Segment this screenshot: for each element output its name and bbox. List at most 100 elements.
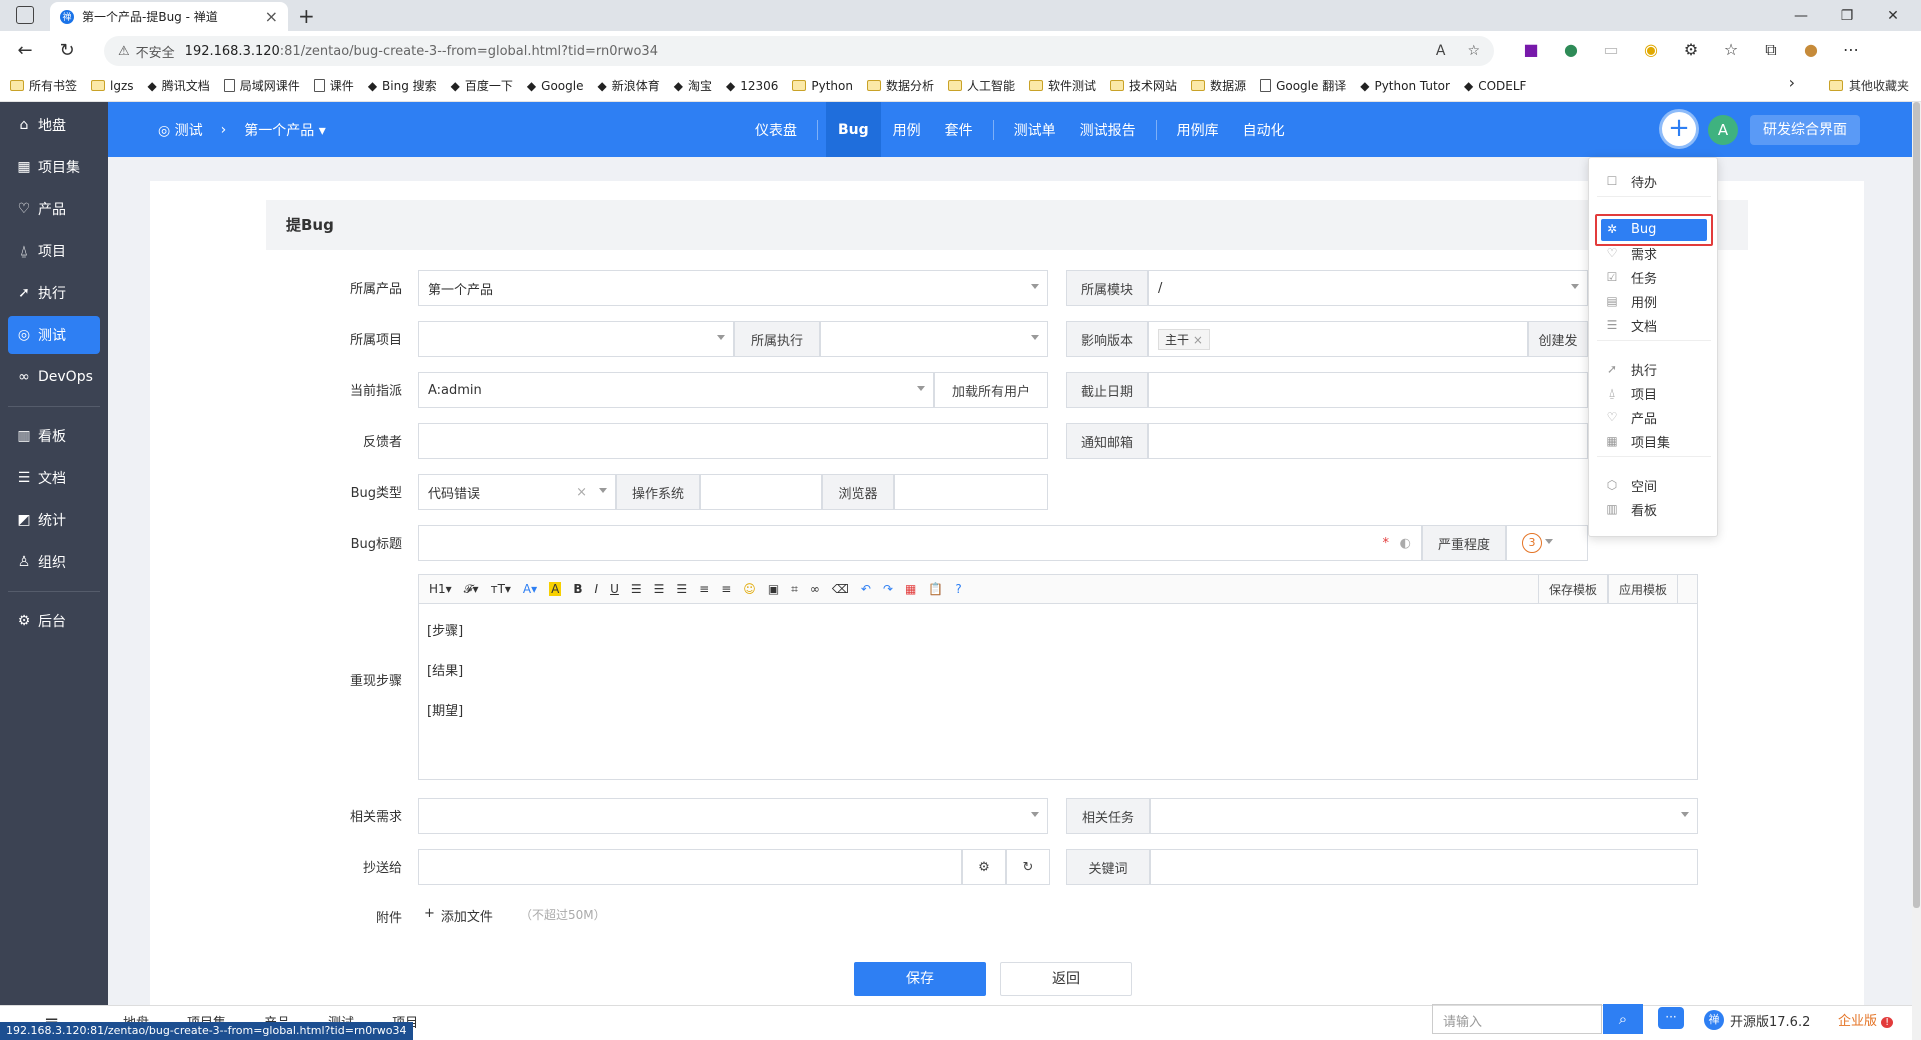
favorites-icon[interactable]: ☆ (1720, 40, 1742, 60)
sidebar-item[interactable]: ♡ 产品 (8, 190, 100, 228)
sidebar-item[interactable]: ◎ 测试 (8, 316, 100, 354)
nav-tab[interactable]: 自动化 (1231, 102, 1297, 157)
nav-tab[interactable]: 仪表盘 (743, 102, 809, 157)
severity-select[interactable]: 3 (1506, 525, 1588, 561)
chat-icon[interactable]: ··· (1658, 1007, 1684, 1029)
bookmark-item[interactable]: 数据源 (1191, 77, 1246, 94)
close-tab-icon[interactable]: × (265, 7, 278, 26)
dropdown-item[interactable]: ⍙ 项目 (1605, 380, 1657, 406)
sidebar-item[interactable]: ⚙ 后台 (8, 602, 100, 640)
create-build-button[interactable]: 创建发 (1528, 321, 1588, 357)
onenote-icon[interactable]: ■ (1520, 40, 1542, 60)
unordered-list-icon[interactable]: ≡ (721, 582, 731, 596)
bookmark-item[interactable]: 人工智能 (948, 77, 1015, 94)
sidebar-item[interactable]: ♙ 组织 (8, 543, 100, 581)
version-info[interactable]: 禅开源版17.6.2 (1704, 1010, 1810, 1030)
sidebar-item[interactable]: ☰ 文档 (8, 459, 100, 497)
close-window-icon[interactable]: ✕ (1870, 0, 1916, 31)
nav-tab[interactable]: 用例 (881, 102, 933, 157)
gear-icon[interactable]: ⚙ (962, 849, 1006, 885)
create-plus-button[interactable]: + (1662, 112, 1696, 146)
extension-green-icon[interactable]: ● (1560, 40, 1582, 60)
table-icon[interactable]: ▦ (905, 582, 916, 596)
search-button[interactable]: ⌕ (1603, 1004, 1643, 1034)
redo-icon[interactable]: ↷ (883, 582, 893, 596)
url-field[interactable]: ⚠ 不安全 192.168.3.120:81/zentao/bug-create… (104, 36, 1494, 66)
remove-tag-icon[interactable]: × (1193, 333, 1203, 347)
bookmark-item[interactable]: ◆ 新浪体育 (597, 77, 659, 94)
apply-template-button[interactable]: 应用模板 (1608, 574, 1678, 604)
underline-icon[interactable]: U (610, 582, 619, 596)
read-aloud-icon[interactable]: A (1436, 43, 1446, 59)
back-icon[interactable]: ← (8, 34, 42, 68)
dropdown-item[interactable]: ➚ 执行 (1605, 356, 1657, 382)
enterprise-link[interactable]: 企业版 ! (1838, 1010, 1894, 1029)
bookmark-item[interactable]: 数据分析 (867, 77, 934, 94)
new-tab-button[interactable]: + (298, 4, 315, 28)
bookmark-item[interactable]: ◆ 百度一下 (451, 77, 513, 94)
sidebar-item[interactable]: ∞ DevOps (8, 358, 100, 396)
tab-actions-icon[interactable] (16, 6, 34, 24)
dropdown-item[interactable]: ☑ 任务 (1605, 264, 1657, 290)
code-icon[interactable]: ⌗ (791, 582, 798, 597)
bookmark-item[interactable]: ◆ 12306 (726, 79, 778, 93)
bookmark-item[interactable]: 课件 (313, 77, 354, 94)
task-select[interactable] (1150, 798, 1698, 834)
sidebar-item[interactable]: ▦ 项目集 (8, 148, 100, 186)
type-select[interactable]: 代码错误 × (418, 474, 616, 510)
clear-icon[interactable]: × (576, 485, 587, 500)
load-users-button[interactable]: 加载所有用户 (934, 372, 1048, 408)
sidebar-item[interactable]: ⌂ 地盘 (8, 106, 100, 144)
nav-tab[interactable]: 用例库 (1165, 102, 1231, 157)
eraser-icon[interactable]: ⌫ (832, 582, 849, 596)
deadline-input[interactable] (1148, 372, 1588, 408)
bookmark-item[interactable]: ◆ Google (527, 79, 584, 93)
align-center-icon[interactable]: ☰ (654, 582, 665, 596)
bug-title-input[interactable]: * ◐ (418, 525, 1422, 561)
save-template-button[interactable]: 保存模板 (1538, 574, 1608, 604)
favorite-star-icon[interactable]: ☆ (1467, 43, 1480, 59)
bookmark-item[interactable]: 软件测试 (1029, 77, 1096, 94)
keywords-input[interactable] (1150, 849, 1698, 885)
help-icon[interactable]: ? (955, 582, 961, 596)
extension-yellow-icon[interactable]: ◉ (1640, 40, 1662, 60)
italic-icon[interactable]: I (595, 582, 599, 596)
font-size-icon[interactable]: ᴛT▾ (491, 582, 511, 596)
module-select[interactable]: / (1148, 270, 1588, 306)
build-select[interactable]: 主干 × (1148, 321, 1528, 357)
assign-select[interactable]: A:admin (418, 372, 934, 408)
bg-color-icon[interactable]: A (549, 582, 562, 596)
save-button[interactable]: 保存 (854, 962, 986, 996)
dropdown-item[interactable]: ☰ 文档 (1605, 312, 1657, 338)
switch-vision-button[interactable]: 研发综合界面 (1750, 115, 1860, 145)
restore-icon[interactable]: ❐ (1824, 0, 1870, 31)
align-left-icon[interactable]: ☰ (631, 582, 642, 596)
bold-icon[interactable]: B (573, 582, 582, 596)
dropdown-item[interactable]: ♡ 需求 (1605, 240, 1657, 266)
add-file-button[interactable]: + 添加文件 (424, 906, 493, 925)
os-select[interactable] (700, 474, 822, 510)
ordered-list-icon[interactable]: ≡ (699, 582, 709, 596)
steps-editor[interactable]: [步骤] [结果] [期望] (418, 604, 1698, 780)
paste-icon[interactable]: 📋 (928, 582, 943, 596)
bookmark-item[interactable]: lgzs (91, 79, 134, 93)
scrollbar-thumb[interactable] (1913, 102, 1920, 908)
profile-icon[interactable]: ● (1800, 40, 1822, 60)
sidebar-item[interactable]: ⍙ 项目 (8, 232, 100, 270)
bookmark-item[interactable]: 所有书签 (10, 77, 77, 94)
back-button[interactable]: 返回 (1000, 962, 1132, 996)
feedback-input[interactable] (418, 423, 1048, 459)
browser-select[interactable] (894, 474, 1048, 510)
nav-tab[interactable]: Bug (826, 102, 881, 157)
sidebar-item[interactable]: ▥ 看板 (8, 417, 100, 455)
project-select[interactable] (418, 321, 734, 357)
minimize-icon[interactable]: — (1778, 0, 1824, 31)
sidebar-item[interactable]: ➚ 执行 (8, 274, 100, 312)
dropdown-item[interactable]: ▥ 看板 (1605, 496, 1657, 522)
product-switcher[interactable]: 第一个产品 ▾ (244, 120, 325, 140)
extensions-icon[interactable]: ⚙ (1680, 40, 1702, 60)
build-tag[interactable]: 主干 × (1158, 328, 1210, 350)
dropdown-item[interactable]: ♡ 产品 (1605, 404, 1657, 430)
image-icon[interactable]: ▣ (768, 582, 779, 596)
more-icon[interactable]: ⋯ (1840, 40, 1862, 60)
